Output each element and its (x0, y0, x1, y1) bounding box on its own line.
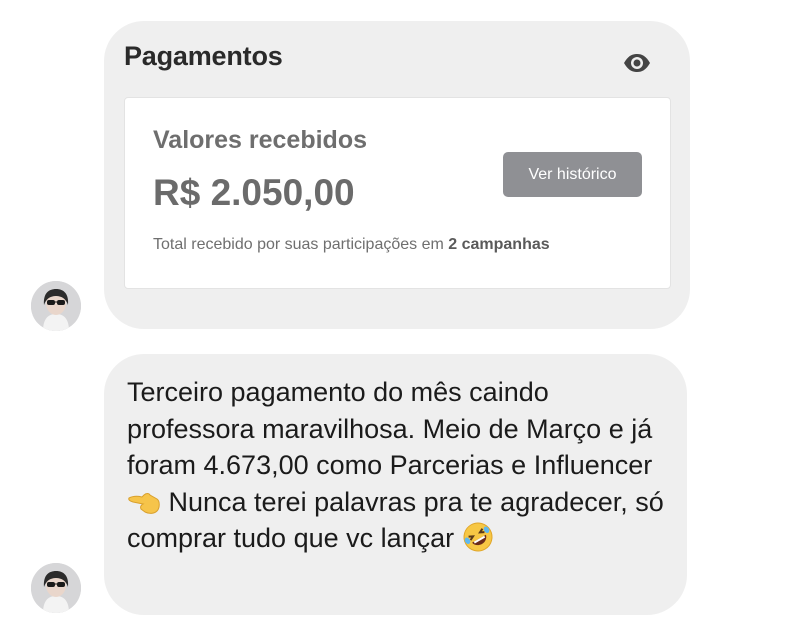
message-text-part-2: Nunca terei palavras pra te agradecer, s… (127, 486, 664, 554)
avatar-photo (31, 563, 81, 613)
message-bubble-text[interactable]: Terceiro pagamento do mês caindo profess… (104, 354, 687, 615)
received-values-card: Valores recebidos R$ 2.050,00 Ver histór… (124, 97, 671, 289)
view-history-button[interactable]: Ver histórico (503, 152, 642, 197)
message-text-part-1: Terceiro pagamento do mês caindo profess… (127, 377, 653, 481)
received-amount: R$ 2.050,00 (153, 172, 355, 213)
message-text: Terceiro pagamento do mês caindo profess… (127, 374, 672, 557)
total-received-text: Total recebido por suas participações em (153, 236, 449, 253)
eye-icon[interactable] (622, 52, 652, 74)
pointing-left-hand-icon (128, 492, 160, 514)
rolling-on-floor-laughing-icon (463, 522, 493, 552)
avatar[interactable] (31, 281, 81, 331)
payments-title: Pagamentos (124, 41, 283, 71)
avatar-photo (31, 281, 81, 331)
campaign-count: 2 campanhas (448, 236, 550, 253)
avatar[interactable] (31, 563, 81, 613)
total-received-line: Total recebido por suas participações em… (153, 236, 550, 254)
received-values-label: Valores recebidos (153, 126, 368, 154)
message-bubble-image[interactable]: Pagamentos Valores recebidos R$ 2.050,00… (104, 21, 690, 329)
